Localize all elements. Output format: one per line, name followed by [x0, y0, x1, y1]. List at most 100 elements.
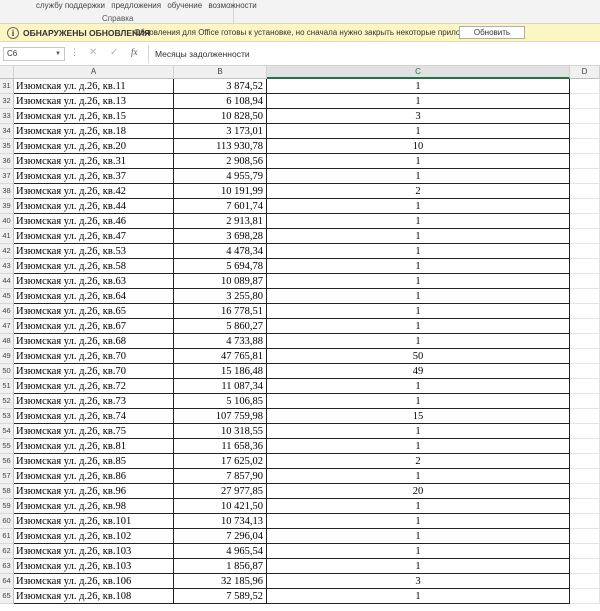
row-header[interactable]: 64	[0, 574, 14, 589]
row-header[interactable]: 42	[0, 244, 14, 259]
row-header[interactable]: 57	[0, 469, 14, 484]
cell-empty[interactable]	[570, 199, 600, 214]
cell-debt-amount[interactable]: 4 478,34	[174, 244, 267, 259]
row-header[interactable]: 45	[0, 289, 14, 304]
cell-debt-amount[interactable]: 10 089,87	[174, 274, 267, 289]
cell-empty[interactable]	[570, 244, 600, 259]
cell-debt-amount[interactable]: 16 778,51	[174, 304, 267, 319]
cell-address[interactable]: Изюмская ул. д.26, кв.102	[14, 529, 174, 544]
cell-months-overdue[interactable]: 20	[267, 484, 570, 499]
update-button[interactable]: Обновить	[459, 26, 525, 39]
row-header[interactable]: 32	[0, 94, 14, 109]
cell-months-overdue[interactable]: 1	[267, 304, 570, 319]
cell-empty[interactable]	[570, 574, 600, 589]
row-header[interactable]: 39	[0, 199, 14, 214]
row-header[interactable]: 44	[0, 274, 14, 289]
cell-address[interactable]: Изюмская ул. д.26, кв.106	[14, 574, 174, 589]
row-header[interactable]: 61	[0, 529, 14, 544]
cell-address[interactable]: Изюмская ул. д.26, кв.31	[14, 154, 174, 169]
cell-empty[interactable]	[570, 454, 600, 469]
cell-empty[interactable]	[570, 349, 600, 364]
cell-empty[interactable]	[570, 184, 600, 199]
cell-debt-amount[interactable]: 4 965,54	[174, 544, 267, 559]
ribbon-item-feedback[interactable]: предложения	[111, 1, 161, 10]
cell-debt-amount[interactable]: 10 421,50	[174, 499, 267, 514]
cell-months-overdue[interactable]: 1	[267, 199, 570, 214]
cell-months-overdue[interactable]: 1	[267, 259, 570, 274]
ribbon-item-training[interactable]: обучение	[167, 1, 202, 10]
row-header[interactable]: 38	[0, 184, 14, 199]
cell-empty[interactable]	[570, 409, 600, 424]
cell-months-overdue[interactable]: 1	[267, 589, 570, 604]
cell-debt-amount[interactable]: 7 857,90	[174, 469, 267, 484]
cell-months-overdue[interactable]: 1	[267, 289, 570, 304]
row-header[interactable]: 55	[0, 439, 14, 454]
cell-empty[interactable]	[570, 469, 600, 484]
cell-debt-amount[interactable]: 27 977,85	[174, 484, 267, 499]
cell-address[interactable]: Изюмская ул. д.26, кв.15	[14, 109, 174, 124]
row-header[interactable]: 33	[0, 109, 14, 124]
cell-empty[interactable]	[570, 79, 600, 94]
cell-months-overdue[interactable]: 1	[267, 394, 570, 409]
row-header[interactable]: 46	[0, 304, 14, 319]
cell-months-overdue[interactable]: 15	[267, 409, 570, 424]
cell-months-overdue[interactable]: 2	[267, 454, 570, 469]
cell-debt-amount[interactable]: 10 191,99	[174, 184, 267, 199]
cell-months-overdue[interactable]: 50	[267, 349, 570, 364]
row-header[interactable]: 49	[0, 349, 14, 364]
cell-empty[interactable]	[570, 109, 600, 124]
cell-address[interactable]: Изюмская ул. д.26, кв.72	[14, 379, 174, 394]
cell-debt-amount[interactable]: 3 698,28	[174, 229, 267, 244]
cell-months-overdue[interactable]: 1	[267, 229, 570, 244]
cell-debt-amount[interactable]: 7 296,04	[174, 529, 267, 544]
cell-address[interactable]: Изюмская ул. д.26, кв.67	[14, 319, 174, 334]
cell-empty[interactable]	[570, 124, 600, 139]
cell-address[interactable]: Изюмская ул. д.26, кв.70	[14, 364, 174, 379]
cell-months-overdue[interactable]: 1	[267, 559, 570, 574]
cell-debt-amount[interactable]: 5 860,27	[174, 319, 267, 334]
cell-address[interactable]: Изюмская ул. д.26, кв.11	[14, 79, 174, 94]
cell-months-overdue[interactable]: 1	[267, 244, 570, 259]
row-header[interactable]: 31	[0, 79, 14, 94]
row-header[interactable]: 58	[0, 484, 14, 499]
column-header-c[interactable]: C	[267, 66, 570, 79]
cell-address[interactable]: Изюмская ул. д.26, кв.58	[14, 259, 174, 274]
cell-debt-amount[interactable]: 11 087,34	[174, 379, 267, 394]
cell-months-overdue[interactable]: 1	[267, 214, 570, 229]
cell-empty[interactable]	[570, 589, 600, 604]
row-header[interactable]: 56	[0, 454, 14, 469]
cell-empty[interactable]	[570, 154, 600, 169]
cell-debt-amount[interactable]: 10 828,50	[174, 109, 267, 124]
cell-months-overdue[interactable]: 1	[267, 319, 570, 334]
cell-debt-amount[interactable]: 5 694,78	[174, 259, 267, 274]
row-header[interactable]: 40	[0, 214, 14, 229]
row-header[interactable]: 50	[0, 364, 14, 379]
cell-address[interactable]: Изюмская ул. д.26, кв.74	[14, 409, 174, 424]
cell-debt-amount[interactable]: 17 625,02	[174, 454, 267, 469]
cell-months-overdue[interactable]: 1	[267, 439, 570, 454]
row-header[interactable]: 53	[0, 409, 14, 424]
cell-debt-amount[interactable]: 4 955,79	[174, 169, 267, 184]
row-header[interactable]: 60	[0, 514, 14, 529]
cell-debt-amount[interactable]: 2 908,56	[174, 154, 267, 169]
cell-months-overdue[interactable]: 3	[267, 574, 570, 589]
cell-months-overdue[interactable]: 1	[267, 529, 570, 544]
cell-debt-amount[interactable]: 4 733,88	[174, 334, 267, 349]
row-header[interactable]: 63	[0, 559, 14, 574]
cell-debt-amount[interactable]: 47 765,81	[174, 349, 267, 364]
cell-debt-amount[interactable]: 10 318,55	[174, 424, 267, 439]
cell-debt-amount[interactable]: 11 658,36	[174, 439, 267, 454]
row-header[interactable]: 34	[0, 124, 14, 139]
cell-months-overdue[interactable]: 3	[267, 109, 570, 124]
cell-debt-amount[interactable]: 7 589,52	[174, 589, 267, 604]
cell-address[interactable]: Изюмская ул. д.26, кв.20	[14, 139, 174, 154]
cell-address[interactable]: Изюмская ул. д.26, кв.98	[14, 499, 174, 514]
cell-debt-amount[interactable]: 32 185,96	[174, 574, 267, 589]
cell-debt-amount[interactable]: 3 255,80	[174, 289, 267, 304]
cell-empty[interactable]	[570, 214, 600, 229]
cell-months-overdue[interactable]: 2	[267, 184, 570, 199]
column-header-a[interactable]: A	[14, 66, 174, 79]
cell-debt-amount[interactable]: 7 601,74	[174, 199, 267, 214]
cell-months-overdue[interactable]: 1	[267, 469, 570, 484]
cell-address[interactable]: Изюмская ул. д.26, кв.68	[14, 334, 174, 349]
